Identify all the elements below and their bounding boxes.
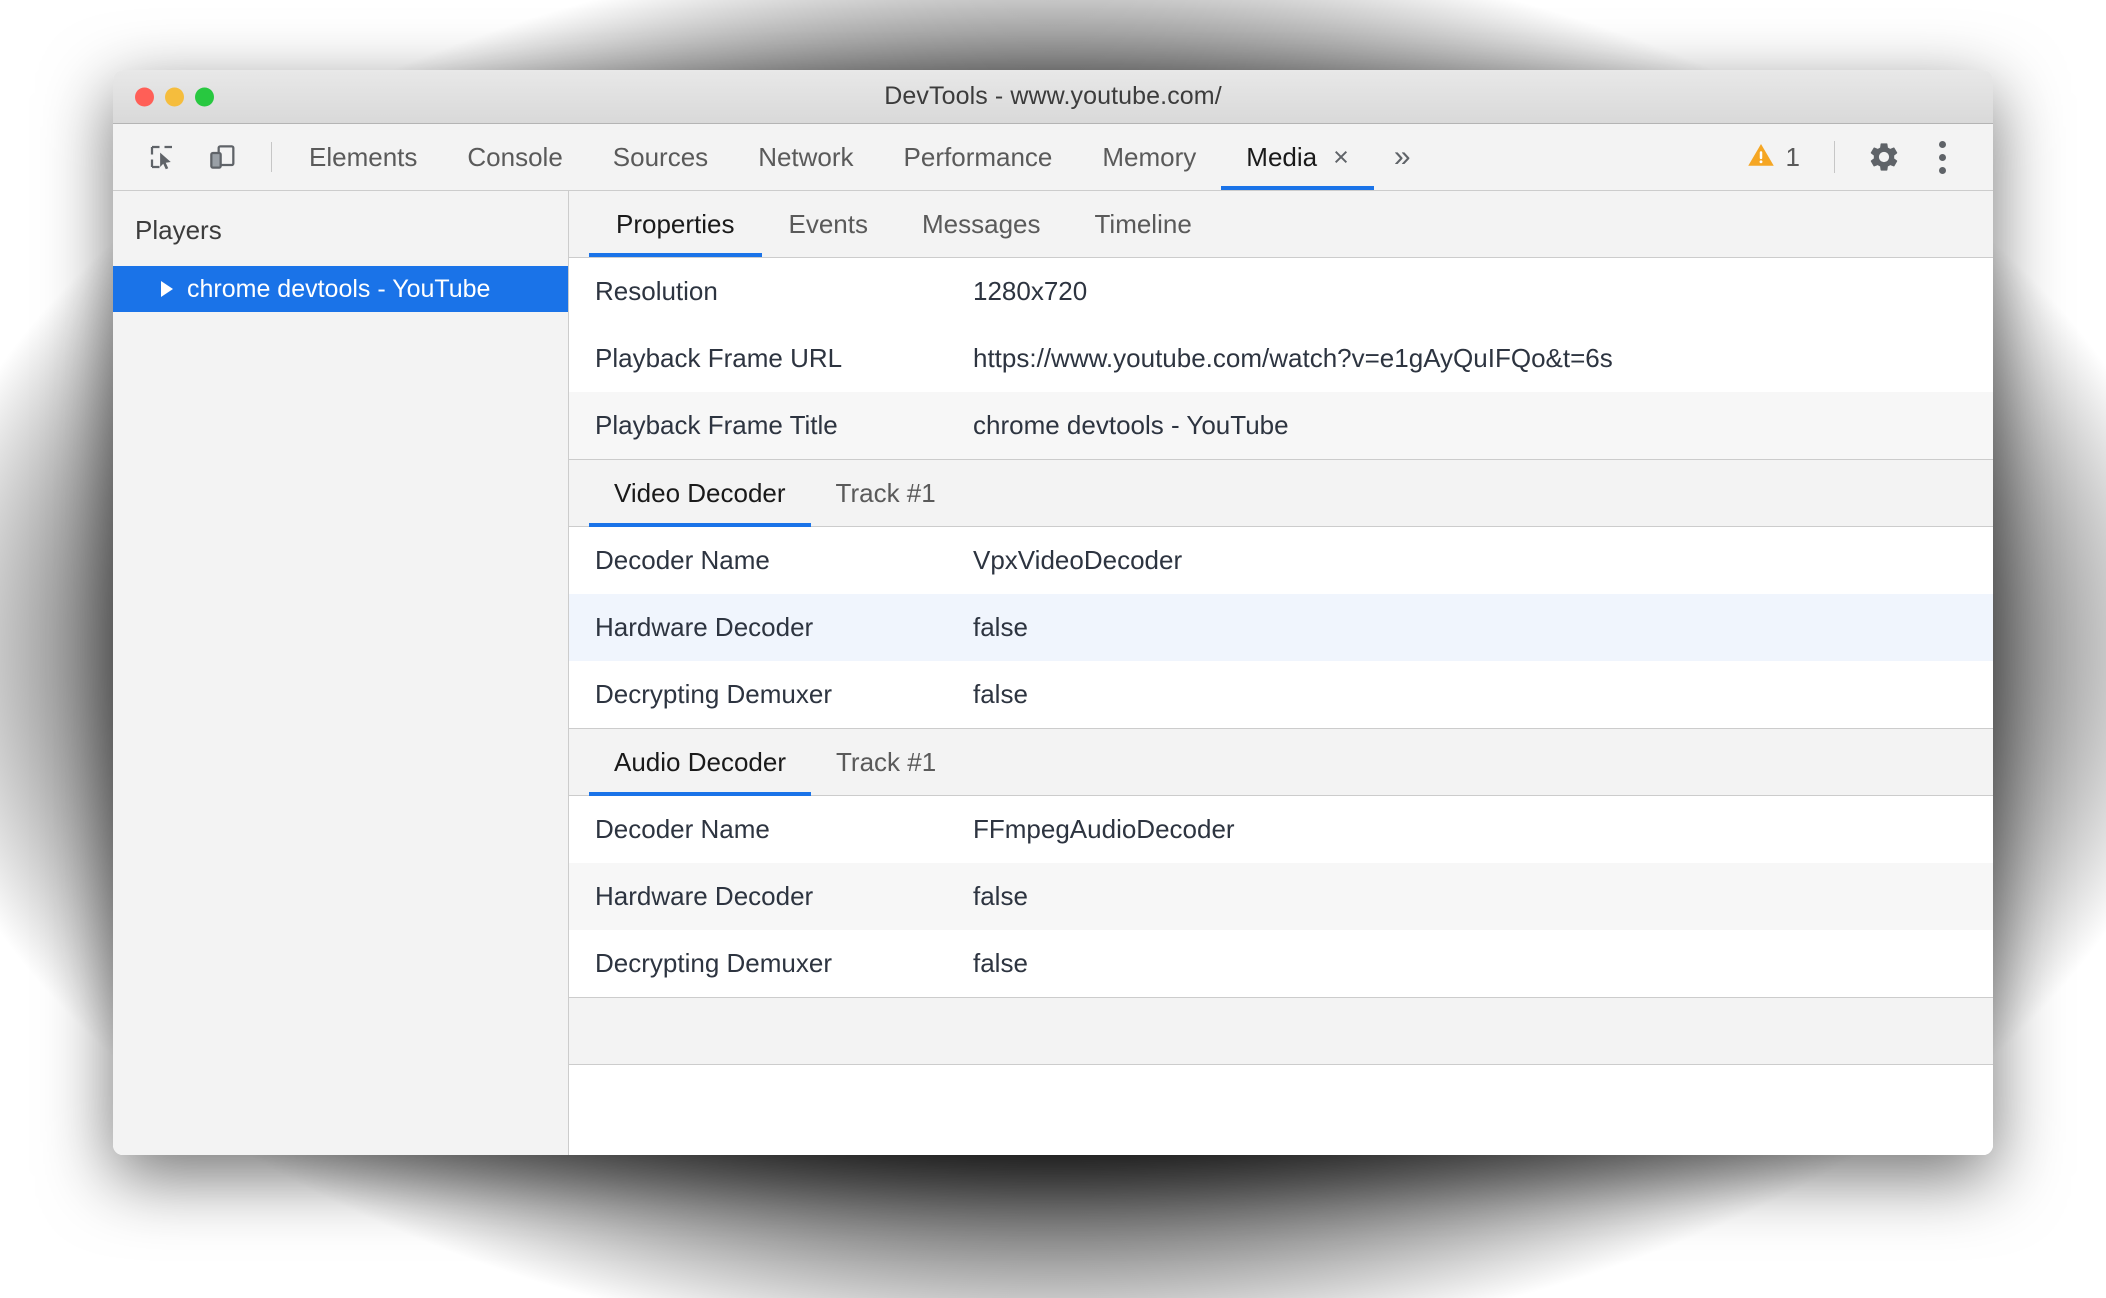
table-row: Playback Frame URL https://www.youtube.c… [569,325,1993,392]
tab-label: Console [467,141,563,172]
zoom-window-button[interactable] [195,87,214,106]
toolbar-divider [271,142,272,172]
tab-label: Sources [612,141,709,172]
audio-decoder-section-header: Audio Decoder Track #1 [569,728,1993,796]
close-window-button[interactable] [135,87,154,106]
table-row: Hardware Decoder false [569,594,1993,661]
toolbar-icon-group [113,124,284,190]
section-tab-video-decoder[interactable]: Video Decoder [589,460,811,527]
subtab-events[interactable]: Events [762,191,896,257]
warning-badge[interactable]: 1 [1736,140,1810,175]
tab-elements[interactable]: Elements [284,124,442,190]
section-tab-label: Audio Decoder [614,746,786,777]
subtab-timeline[interactable]: Timeline [1068,191,1219,257]
property-key: Resolution [595,276,718,306]
section-tab-label: Track #1 [836,746,937,777]
minimize-window-button[interactable] [165,87,184,106]
players-header: Players [135,215,222,245]
tab-sources[interactable]: Sources [588,124,733,190]
subtab-messages[interactable]: Messages [895,191,1068,257]
property-value: FFmpegAudioDecoder [973,814,1235,844]
tab-label: Network [758,141,854,172]
players-sidebar: Players chrome devtools - YouTube [113,191,569,1155]
more-tabs-icon[interactable]: » [1374,124,1431,190]
tab-label: Media [1246,141,1318,172]
devtools-toolbar: Elements Console Sources Network Perform… [113,124,1993,191]
table-row: Decoder Name FFmpegAudioDecoder [569,796,1993,863]
toolbar-actions: 1 [1736,124,1993,190]
media-subtab-list: Properties Events Messages Timeline [569,191,1993,258]
empty-section-header [569,997,1993,1065]
property-key: Decoder Name [595,814,770,844]
property-key: Decrypting Demuxer [595,948,832,978]
property-key: Decoder Name [595,545,770,575]
warning-triangle-icon [1746,140,1776,175]
media-properties-pane: Properties Events Messages Timeline Reso… [569,191,1993,1155]
property-value: 1280x720 [973,276,1088,306]
tab-label: Elements [309,141,418,172]
property-key: Playback Frame URL [595,343,843,373]
kebab-menu-icon[interactable] [1917,132,1967,182]
player-label: chrome devtools - YouTube [187,274,491,303]
property-key: Decrypting Demuxer [595,679,832,709]
kebab-dots [1938,140,1946,174]
video-decoder-section-header: Video Decoder Track #1 [569,459,1993,527]
table-row: Resolution 1280x720 [569,258,1993,325]
subtab-label: Timeline [1094,208,1192,239]
window-title: DevTools - www.youtube.com/ [884,82,1222,110]
subtab-label: Properties [616,208,735,239]
devtools-window: DevTools - www.youtube.com/ Elements Con… [113,70,1993,1155]
section-tab-label: Track #1 [835,477,936,508]
table-row: Decrypting Demuxer false [569,930,1993,997]
empty-area [569,1065,1993,1155]
section-tab-audio-track-1[interactable]: Track #1 [811,729,961,795]
subtab-properties[interactable]: Properties [589,191,762,257]
tab-label: Performance [903,141,1053,172]
property-value: https://www.youtube.com/watch?v=e1gAyQuI… [973,343,1613,373]
table-row: Decoder Name VpxVideoDecoder [569,527,1993,594]
property-value: false [973,881,1028,911]
subtab-label: Events [788,208,869,239]
devtools-body: Players chrome devtools - YouTube Proper… [113,191,1993,1155]
table-row: Decrypting Demuxer false [569,661,1993,728]
section-tab-audio-decoder[interactable]: Audio Decoder [589,729,811,796]
tab-network[interactable]: Network [733,124,878,190]
property-value: VpxVideoDecoder [973,545,1183,575]
tab-media[interactable]: Media × [1221,124,1374,190]
subtab-label: Messages [922,208,1041,239]
table-row: Playback Frame Title chrome devtools - Y… [569,392,1993,459]
table-row: Hardware Decoder false [569,863,1993,930]
property-value: false [973,948,1028,978]
section-tab-video-track-1[interactable]: Track #1 [811,460,961,526]
gear-icon[interactable] [1859,132,1909,182]
property-value: chrome devtools - YouTube [973,410,1289,440]
section-tab-label: Video Decoder [614,477,786,508]
device-toolbar-icon[interactable] [199,134,245,180]
tab-console[interactable]: Console [442,124,587,190]
property-key: Playback Frame Title [595,410,838,440]
toolbar-divider-right [1834,141,1835,173]
property-value: false [973,612,1028,642]
expand-triangle-icon[interactable] [161,281,173,297]
property-value: false [973,679,1028,709]
tab-label: Memory [1102,141,1197,172]
player-list-item[interactable]: chrome devtools - YouTube [113,266,568,312]
warning-count: 1 [1785,141,1800,172]
property-key: Hardware Decoder [595,612,814,642]
tab-memory[interactable]: Memory [1077,124,1221,190]
close-icon[interactable]: × [1333,143,1349,171]
properties-table: Resolution 1280x720 Playback Frame URL h… [569,258,1993,1155]
screenshot-root: DevTools - www.youtube.com/ Elements Con… [0,0,2106,1298]
tab-performance[interactable]: Performance [879,124,1078,190]
traffic-light-controls [135,87,214,106]
panel-tab-list: Elements Console Sources Network Perform… [284,124,1736,190]
inspect-element-icon[interactable] [139,134,185,180]
window-titlebar: DevTools - www.youtube.com/ [113,70,1993,124]
property-key: Hardware Decoder [595,881,814,911]
